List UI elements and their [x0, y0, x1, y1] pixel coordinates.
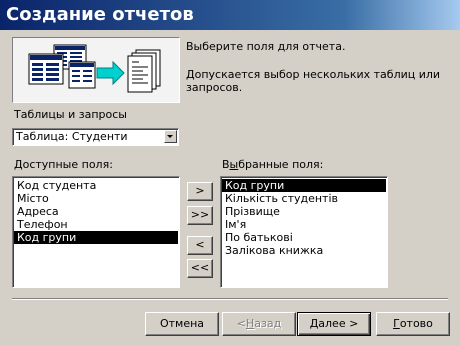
list-item[interactable]: Прізвище: [222, 205, 386, 218]
list-item[interactable]: Адреса: [14, 205, 178, 218]
selected-fields-label: Выбранные поля:: [222, 158, 323, 171]
selected-fields-label-accesskey: ы: [229, 158, 239, 171]
hint-text-line2: запросов.: [186, 81, 243, 94]
tables-to-report-illustration: [12, 37, 180, 103]
dropdown-selected-value: Таблица: Студенти: [16, 130, 128, 143]
wizard-illustration-icon: [28, 44, 161, 93]
remove-all-label: <<: [190, 261, 210, 274]
list-item[interactable]: Код групи: [14, 231, 178, 244]
selected-fields-list[interactable]: Код групи Кількість студентів Прізвище І…: [220, 176, 388, 288]
next-button[interactable]: Далее >: [297, 312, 371, 336]
cancel-button[interactable]: Отмена: [145, 312, 219, 336]
finish-label-text: отово: [399, 317, 433, 330]
back-label-pre: <: [236, 317, 246, 330]
remove-field-button[interactable]: <: [187, 236, 213, 255]
cancel-label: Отмена: [159, 317, 205, 330]
available-fields-label-accesskey: Д: [14, 158, 23, 171]
list-item[interactable]: Телефон: [14, 218, 178, 231]
hint-text-line1: Допускается выбор нескольких таблиц или: [186, 68, 441, 81]
available-fields-label-text: оступные поля:: [22, 158, 113, 171]
list-item[interactable]: Код студента: [14, 179, 178, 192]
back-label: < Назад: [237, 313, 281, 334]
available-fields-label: Доступные поля:: [14, 158, 113, 171]
tables-queries-dropdown[interactable]: Таблица: Студенти: [12, 128, 179, 146]
next-label: Далее >: [310, 313, 359, 334]
list-item[interactable]: Код групи: [222, 179, 386, 192]
list-item[interactable]: Кількість студентів: [222, 192, 386, 205]
instruction-text: Выберите поля для отчета.: [186, 40, 346, 53]
back-label-accesskey: Н: [246, 317, 255, 330]
window-title: Создание отчетов: [6, 4, 194, 25]
finish-button[interactable]: Готово: [376, 312, 450, 336]
add-all-fields-button[interactable]: >>: [187, 206, 213, 225]
add-field-label: >: [195, 184, 205, 197]
selected-fields-label-text: бранные поля:: [238, 158, 324, 171]
footer-divider: [12, 298, 448, 300]
back-label-text: азад: [254, 317, 282, 330]
finish-label: Готово: [393, 313, 433, 334]
back-button[interactable]: < Назад: [222, 312, 296, 336]
next-label-text: алее >: [318, 317, 359, 330]
add-all-label: >>: [190, 208, 210, 221]
list-item[interactable]: Залікова книжка: [222, 244, 386, 257]
add-field-button[interactable]: >: [187, 182, 213, 201]
remove-all-fields-button[interactable]: <<: [187, 259, 213, 278]
selected-fields-label-pre: В: [222, 158, 230, 171]
report-wizard-window: Создание отчетов Выберите поля для отчет…: [0, 0, 460, 346]
list-item[interactable]: По батькові: [222, 231, 386, 244]
list-item[interactable]: Ім'я: [222, 218, 386, 231]
available-fields-list[interactable]: Код студента Місто Адреса Телефон Код гр…: [12, 176, 180, 288]
finish-label-accesskey: Г: [393, 317, 400, 330]
tables-queries-label: Таблицы и запросы: [14, 108, 127, 121]
list-item[interactable]: Місто: [14, 192, 178, 205]
next-label-accesskey: Д: [309, 317, 319, 330]
remove-field-label: <: [195, 238, 205, 251]
chevron-down-icon[interactable]: [164, 130, 177, 143]
title-bar[interactable]: Создание отчетов: [0, 0, 460, 30]
